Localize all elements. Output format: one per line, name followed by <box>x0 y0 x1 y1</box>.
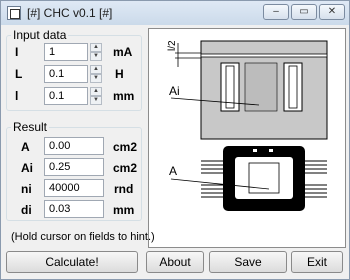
gap-dim-label: l/2 <box>167 40 178 51</box>
close-button[interactable]: ✕ <box>319 4 345 20</box>
result-label: Result <box>11 120 50 134</box>
about-button[interactable]: About <box>146 251 204 273</box>
spin-down-icon[interactable]: ▼ <box>90 74 102 83</box>
title-bar[interactable]: [#] CHC v0.1 [#] – ▭ ✕ <box>1 1 349 25</box>
minimize-button[interactable]: – <box>263 4 289 20</box>
spin-up-icon[interactable]: ▲ <box>90 65 102 74</box>
current-field[interactable]: 1 <box>44 43 88 61</box>
calculate-button[interactable]: Calculate! <box>6 251 138 273</box>
hint-text: (Hold cursor on fields to hint.) <box>11 231 155 243</box>
di-unit: mm <box>113 203 135 217</box>
pin-mark <box>253 149 257 152</box>
save-button[interactable]: Save <box>209 251 287 273</box>
center-leg <box>244 62 278 112</box>
ni-field[interactable]: 40000 <box>44 179 104 197</box>
maximize-button[interactable]: ▭ <box>291 4 317 20</box>
current-unit: mA <box>113 45 133 59</box>
spin-down-icon[interactable]: ▼ <box>90 52 102 61</box>
air-gap <box>200 53 328 58</box>
gap-field[interactable]: 0.1 <box>44 87 88 105</box>
ni-unit: rnd <box>114 182 134 196</box>
spin-up-icon[interactable]: ▲ <box>90 87 102 96</box>
area-label: A <box>21 140 30 154</box>
gap-spinner[interactable]: ▲ ▼ <box>90 87 102 105</box>
exit-button[interactable]: Exit <box>291 251 343 273</box>
app-window: [#] CHC v0.1 [#] – ▭ ✕ Input data I 1 ▲ ▼… <box>0 0 350 280</box>
pin-mark <box>269 149 273 152</box>
current-spinner[interactable]: ▲ ▼ <box>90 43 102 61</box>
core-top-view <box>201 146 327 211</box>
core-diagram-svg: l/2 Ai A <box>167 40 328 211</box>
inductance-label: L <box>15 67 23 81</box>
app-icon <box>7 6 21 20</box>
gap-unit: mm <box>113 89 135 103</box>
left-coil <box>225 65 235 109</box>
area-unit: cm2 <box>113 140 138 154</box>
area-field[interactable]: 0.00 <box>44 137 104 155</box>
ai-unit: cm2 <box>113 161 138 175</box>
window-title: [#] CHC v0.1 [#] <box>27 6 113 20</box>
ai-callout-label: Ai <box>169 84 180 98</box>
ni-label: ni <box>21 182 32 196</box>
inductance-spinner[interactable]: ▲ ▼ <box>90 65 102 83</box>
di-label: di <box>21 203 32 217</box>
right-coil <box>288 65 298 109</box>
core-diagram: l/2 Ai A <box>148 28 346 248</box>
ai-label: Ai <box>21 161 33 175</box>
a-callout-label: A <box>169 164 177 178</box>
spin-up-icon[interactable]: ▲ <box>90 43 102 52</box>
gap-label: l <box>15 89 19 103</box>
di-field[interactable]: 0.03 <box>44 200 104 218</box>
inductance-field[interactable]: 0.1 <box>44 65 88 83</box>
ai-field[interactable]: 0.25 <box>44 158 104 176</box>
current-label: I <box>15 45 19 59</box>
input-data-label: Input data <box>11 28 69 42</box>
inductance-unit: H <box>115 67 124 81</box>
spin-down-icon[interactable]: ▼ <box>90 96 102 105</box>
